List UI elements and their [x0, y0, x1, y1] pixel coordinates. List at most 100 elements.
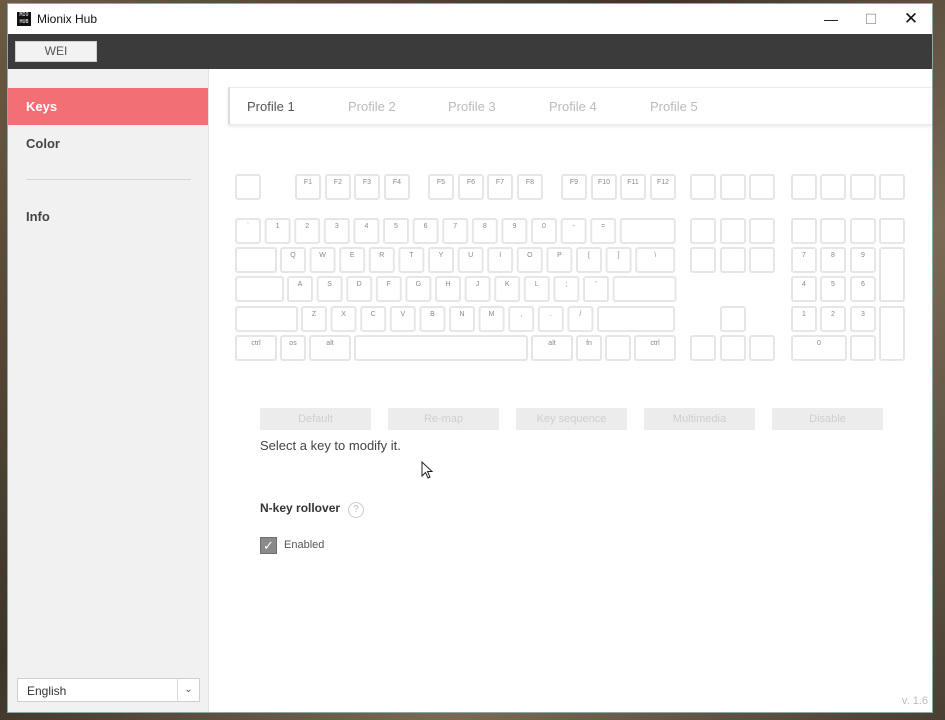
key-nav-1-1[interactable]	[720, 218, 746, 244]
key-numpad-7[interactable]: 7	[791, 247, 817, 273]
key-num-11[interactable]: -	[560, 218, 587, 244]
key-ralt[interactable]: alt	[531, 335, 573, 361]
key-num-5[interactable]: 5	[383, 218, 409, 244]
key-a-row-8[interactable]: K	[494, 276, 521, 302]
key-f5[interactable]: F5	[428, 174, 454, 200]
key-num-2[interactable]: 2	[294, 218, 321, 244]
key-enter[interactable]	[612, 276, 677, 302]
default-button[interactable]: Default	[260, 408, 371, 430]
key-z-row-5[interactable]: B	[419, 306, 446, 332]
key-lalt[interactable]: alt	[309, 335, 351, 361]
key-z-row-6[interactable]: N	[449, 306, 475, 332]
key-rctrl[interactable]: ctrl	[634, 335, 676, 361]
sidebar-item-color[interactable]: Color	[8, 125, 208, 162]
key-q-row-9[interactable]: O	[516, 247, 543, 273]
language-select[interactable]: English ⌄	[17, 678, 200, 702]
key-sequence-button[interactable]: Key sequence	[516, 408, 627, 430]
sidebar-item-info[interactable]: Info	[8, 198, 208, 235]
key-f12[interactable]: F12	[650, 174, 676, 200]
key-numpad-top-2[interactable]	[850, 174, 876, 200]
key-q-row-10[interactable]: P	[546, 247, 573, 273]
close-button[interactable]: ✕	[891, 4, 931, 34]
key-nav-top-0[interactable]	[690, 174, 716, 200]
key-f11[interactable]: F11	[620, 174, 646, 200]
key-q-row-2[interactable]: W	[309, 247, 336, 273]
key-numpad-9[interactable]: 9	[850, 247, 876, 273]
key-num-7[interactable]: 7	[442, 218, 469, 244]
key-q-row-4[interactable]: R	[368, 247, 395, 273]
key-numpad-top-1[interactable]	[820, 174, 846, 200]
key-numpad-1-1[interactable]	[820, 218, 846, 244]
key-z-row-9[interactable]: .	[537, 306, 564, 332]
key-q-row-5[interactable]: T	[398, 247, 425, 273]
key-arrow-bottom-0[interactable]	[690, 335, 716, 361]
key-q-row-13[interactable]: \	[635, 247, 676, 273]
remap-button[interactable]: Re-map	[388, 408, 499, 430]
chevron-down-icon[interactable]: ⌄	[177, 679, 199, 701]
key-q-row-1[interactable]: Q	[280, 247, 306, 273]
key-numpad-1[interactable]: 1	[791, 306, 817, 332]
key-tab[interactable]	[235, 247, 277, 273]
key-a-row-7[interactable]: J	[464, 276, 491, 302]
tab-profile-3[interactable]: Profile 3	[448, 99, 496, 114]
key-z-row-1[interactable]: Z	[301, 306, 327, 332]
key-nav-top-2[interactable]	[749, 174, 775, 200]
key-f10[interactable]: F10	[591, 174, 617, 200]
key-num-9[interactable]: 9	[501, 218, 528, 244]
nkey-enabled-checkbox[interactable]: ✓	[260, 537, 277, 554]
key-numpad-8[interactable]: 8	[820, 247, 846, 273]
key-numpad-2[interactable]: 2	[820, 306, 846, 332]
key-space[interactable]	[354, 335, 528, 361]
key-arrow-up[interactable]	[720, 306, 746, 332]
tab-profile-1[interactable]: Profile 1	[247, 99, 295, 114]
key-a-row-4[interactable]: F	[375, 276, 402, 302]
key-numpad-top-0[interactable]	[791, 174, 817, 200]
disable-button[interactable]: Disable	[772, 408, 883, 430]
key-backspace[interactable]	[619, 218, 676, 244]
key-a-row-5[interactable]: G	[405, 276, 432, 302]
key-z-row-10[interactable]: /	[567, 306, 594, 332]
key-z-row-8[interactable]: ,	[508, 306, 535, 332]
key-num-12[interactable]: =	[590, 218, 617, 244]
key-nav-1-2[interactable]	[749, 218, 775, 244]
key-q-row-6[interactable]: Y	[428, 247, 454, 273]
key-q-row-3[interactable]: E	[339, 247, 366, 273]
key-numpad-top-3[interactable]	[879, 174, 905, 200]
key-esc[interactable]	[235, 174, 261, 200]
key-arrow-bottom-2[interactable]	[749, 335, 775, 361]
key-a-row-10[interactable]: ;	[553, 276, 580, 302]
key-num-10[interactable]: 0	[531, 218, 557, 244]
key-num-4[interactable]: 4	[353, 218, 380, 244]
key-a-row-9[interactable]: L	[523, 276, 550, 302]
key-z-row-3[interactable]: C	[360, 306, 387, 332]
key-caps[interactable]	[235, 276, 284, 302]
minimize-button[interactable]: —	[811, 4, 851, 34]
key-f2[interactable]: F2	[325, 174, 351, 200]
key-numpad-1-0[interactable]	[791, 218, 817, 244]
key-arrow-bottom-1[interactable]	[720, 335, 746, 361]
multimedia-button[interactable]: Multimedia	[644, 408, 755, 430]
key-z-row-2[interactable]: X	[330, 306, 357, 332]
key-num-6[interactable]: 6	[412, 218, 439, 244]
key-numpad-6[interactable]: 6	[850, 276, 876, 302]
key-numpad-dot[interactable]	[850, 335, 876, 361]
key-nav-2-1[interactable]	[720, 247, 746, 273]
key-numpad-4[interactable]: 4	[791, 276, 817, 302]
key-num-0[interactable]: `	[235, 218, 261, 244]
key-q-row-8[interactable]: I	[487, 247, 514, 273]
key-z-row-7[interactable]: M	[478, 306, 505, 332]
key-nav-2-0[interactable]	[690, 247, 716, 273]
key-menu[interactable]	[605, 335, 631, 361]
key-a-row-6[interactable]: H	[435, 276, 461, 302]
key-f1[interactable]: F1	[295, 174, 321, 200]
key-q-row-11[interactable]: [	[576, 247, 602, 273]
tab-profile-2[interactable]: Profile 2	[348, 99, 396, 114]
key-numpad-1-3[interactable]	[879, 218, 905, 244]
key-lshift[interactable]	[235, 306, 298, 332]
key-q-row-7[interactable]: U	[457, 247, 484, 273]
user-button[interactable]: WEI	[15, 41, 97, 62]
key-rshift[interactable]	[597, 306, 675, 332]
key-num-1[interactable]: 1	[264, 218, 291, 244]
key-nav-top-1[interactable]	[720, 174, 746, 200]
key-os[interactable]: os	[280, 335, 306, 361]
